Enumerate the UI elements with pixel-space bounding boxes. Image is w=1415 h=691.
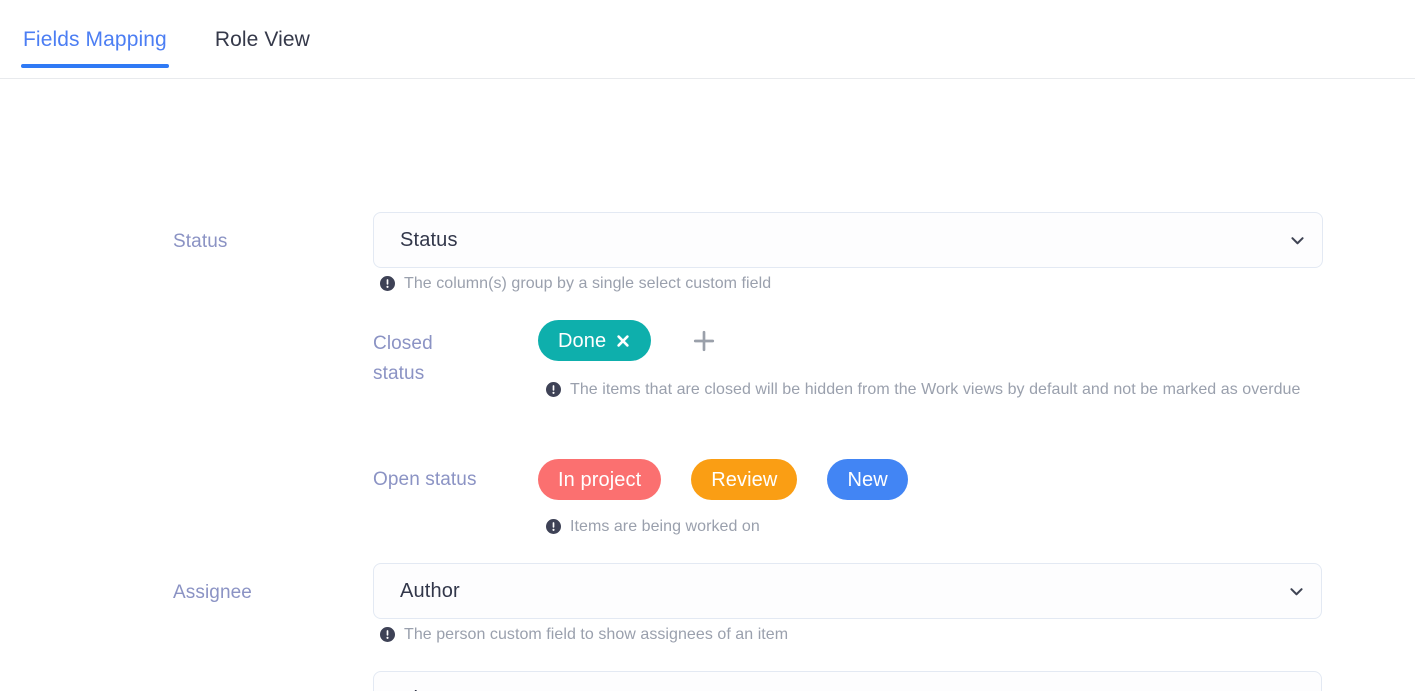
assignee-hint: The person custom field to show assignee…: [380, 619, 1280, 650]
info-icon: [546, 382, 561, 397]
chevron-down-icon: [1289, 232, 1306, 249]
status-select[interactable]: Status: [373, 212, 1323, 268]
closed-status-chip-list: Done: [538, 320, 721, 361]
chip-done[interactable]: Done: [538, 320, 652, 361]
status-field-label: Status: [173, 231, 228, 252]
tab-role-view[interactable]: Role View: [213, 0, 312, 79]
assignee-hint-text: The person custom field to show assignee…: [404, 626, 789, 643]
label-select[interactable]: Blog Types: [373, 671, 1322, 691]
info-icon: [380, 276, 395, 291]
open-status-field-label: Open status: [373, 469, 477, 490]
tab-role-view-label: Role View: [214, 28, 310, 51]
closed-status-hint-text: The items that are closed will be hidden…: [570, 381, 1301, 398]
chip-new[interactable]: New: [827, 459, 908, 500]
assignee-select[interactable]: Author: [373, 563, 1322, 619]
open-status-hint: Items are being worked on: [546, 511, 1306, 542]
tab-fields-mapping-label: Fields Mapping: [23, 28, 167, 51]
chevron-down-icon: [1288, 583, 1305, 600]
chip-review-label: Review: [711, 468, 778, 491]
add-closed-status-button[interactable]: [687, 324, 721, 358]
close-icon[interactable]: [615, 333, 631, 349]
chip-done-label: Done: [558, 329, 607, 352]
info-icon: [546, 519, 561, 534]
chip-in-project[interactable]: In project: [538, 459, 662, 500]
assignee-field-label: Assignee: [173, 582, 252, 603]
open-status-hint-text: Items are being worked on: [570, 518, 760, 535]
chip-review[interactable]: Review: [691, 459, 798, 500]
info-icon: [380, 627, 395, 642]
status-hint: The column(s) group by a single select c…: [380, 268, 1280, 299]
closed-status-field-label: Closed status: [373, 333, 433, 384]
tab-bar: Fields Mapping Role View: [0, 0, 1415, 79]
tab-fields-mapping[interactable]: Fields Mapping: [21, 0, 169, 79]
closed-status-hint: The items that are closed will be hidden…: [546, 374, 1306, 405]
chip-in-project-label: In project: [558, 468, 642, 491]
status-hint-text: The column(s) group by a single select c…: [404, 275, 772, 292]
assignee-select-value: Author: [400, 579, 460, 602]
label-field-label: Label: [173, 686, 220, 691]
status-select-value: Status: [400, 228, 458, 251]
chip-new-label: New: [847, 468, 888, 491]
open-status-chip-list: In project Review New: [538, 459, 908, 500]
label-select-value: Blog Types: [400, 688, 1278, 691]
